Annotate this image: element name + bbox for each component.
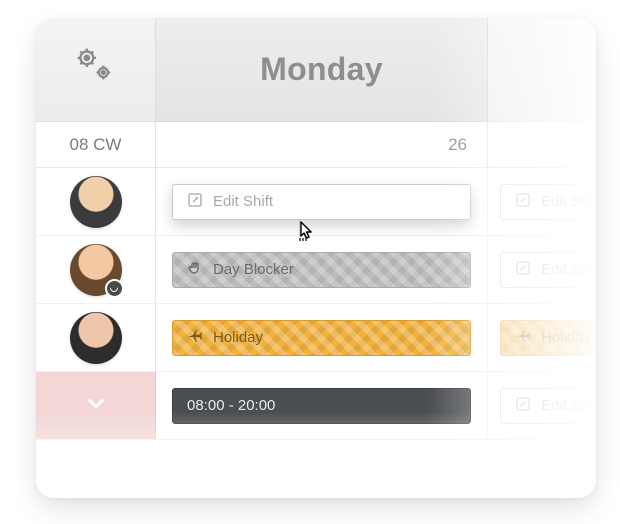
next-day-header[interactable] [488,18,596,122]
schedule-card: Monday 08 CW 26 [36,18,596,498]
holiday-block[interactable]: Holiday [172,320,471,356]
avatar [70,312,122,364]
edit-icon [515,192,531,212]
holiday-label: Holiday [541,329,591,346]
holiday-block-next[interactable]: Holiday [500,320,596,356]
schedule-row: 08:00 - 20:00 Edit Shift [36,372,596,440]
edit-shift-label: Edit Shift [541,261,596,278]
hand-icon [187,260,203,280]
schedule-row: Day Blocker Edit Shift [36,236,596,304]
day-title: Monday [260,51,383,88]
edit-icon [187,192,203,212]
expand-toggle[interactable] [36,372,156,440]
header-row: Monday [36,18,596,122]
edit-shift-button-next[interactable]: Edit Shift [500,388,596,424]
edit-shift-label: Edit Shift [213,193,273,210]
edit-shift-button[interactable]: Edit Shift [172,184,471,220]
day-number: 26 [156,122,488,168]
clock-status-icon [105,279,124,298]
plane-icon [187,328,203,348]
edit-icon [515,396,531,416]
schedule-row: Edit Shift Edit Shift [36,168,596,236]
avatar-cell[interactable] [36,304,156,372]
holiday-label: Holiday [213,329,263,346]
subheader-row: 08 CW 26 [36,122,596,168]
week-label: 08 CW [36,122,156,168]
edit-shift-label: Edit Shift [541,193,596,210]
settings-cell[interactable] [36,18,156,122]
avatar [70,176,122,228]
edit-shift-label: Edit Shift [541,397,596,414]
avatar-cell[interactable] [36,168,156,236]
plane-icon [515,328,531,348]
day-blocker-label: Day Blocker [213,261,294,278]
chevron-down-icon [85,392,107,419]
schedule-row: Holiday Holiday [36,304,596,372]
day-blocker-block[interactable]: Day Blocker [172,252,471,288]
avatar-cell[interactable] [36,236,156,304]
gear-icon [74,45,118,94]
edit-shift-button-next[interactable]: Edit Shift [500,184,596,220]
time-slot-label: 08:00 - 20:00 [187,397,275,414]
time-slot-block[interactable]: 08:00 - 20:00 [172,388,471,424]
edit-shift-button-next[interactable]: Edit Shift [500,252,596,288]
edit-icon [515,260,531,280]
next-day-number [488,122,596,168]
day-header[interactable]: Monday [156,18,488,122]
